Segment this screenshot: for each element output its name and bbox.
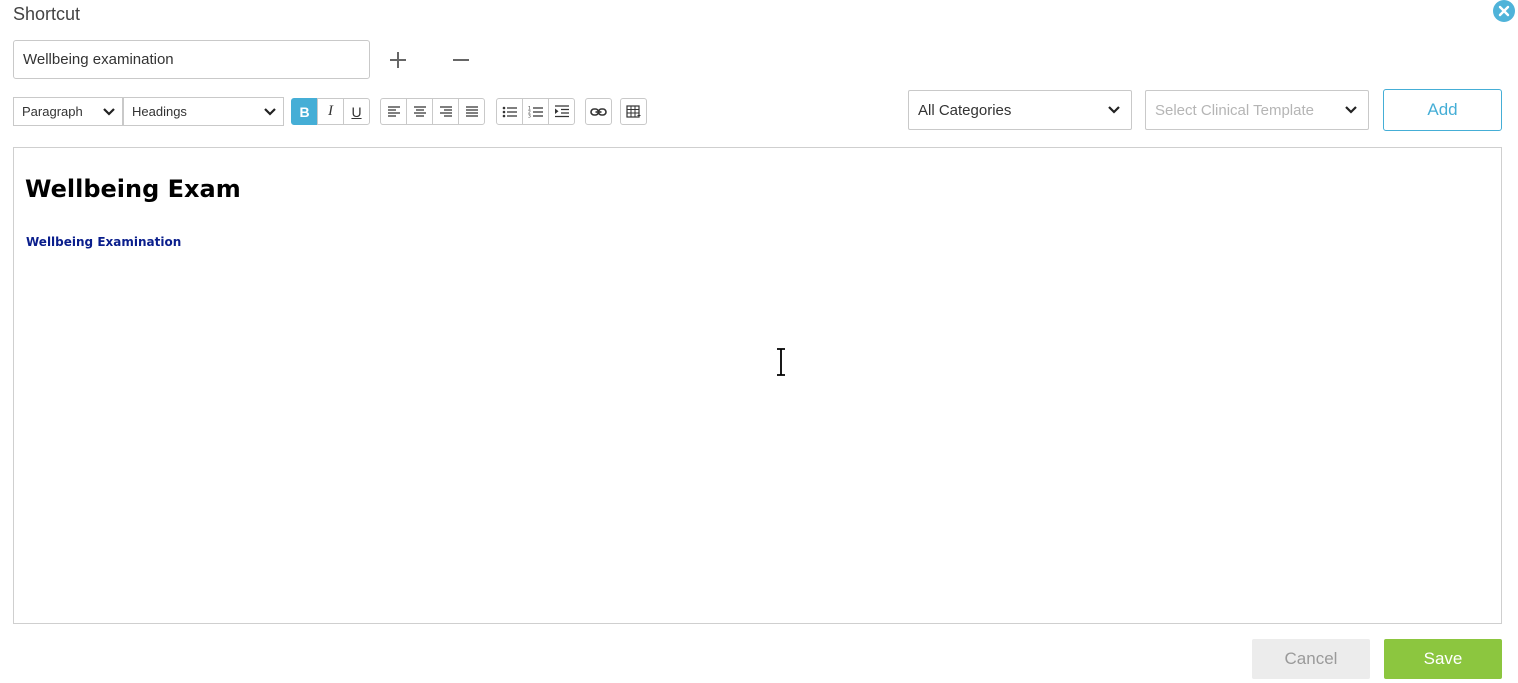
remove-shortcut-button[interactable] [448, 47, 474, 73]
chevron-down-icon [1108, 106, 1120, 114]
underline-label: U [351, 103, 362, 120]
align-justify-button[interactable] [458, 98, 485, 125]
insert-table-button[interactable] [620, 98, 647, 125]
alignment-group [380, 98, 485, 125]
align-left-button[interactable] [380, 98, 407, 125]
table-icon [626, 104, 641, 118]
close-button[interactable] [1493, 0, 1515, 22]
link-icon [590, 107, 607, 116]
paragraph-select-value: Paragraph [22, 104, 83, 119]
italic-label: I [328, 103, 333, 119]
align-justify-icon [465, 105, 478, 117]
italic-button[interactable]: I [317, 98, 344, 125]
svg-text:3: 3 [528, 114, 531, 119]
category-select[interactable]: All Categories [908, 90, 1132, 130]
align-center-icon [413, 105, 426, 117]
clinical-template-select[interactable]: Select Clinical Template [1145, 90, 1369, 130]
save-button[interactable]: Save [1384, 639, 1502, 679]
align-left-icon [387, 105, 400, 117]
editor-heading: Wellbeing Exam [25, 175, 241, 203]
close-icon [1498, 5, 1510, 17]
clinical-template-placeholder: Select Clinical Template [1155, 101, 1314, 119]
headings-select[interactable]: Headings [123, 97, 284, 126]
add-shortcut-button[interactable] [385, 47, 411, 73]
add-template-button[interactable]: Add [1383, 89, 1502, 131]
align-right-button[interactable] [432, 98, 459, 125]
table-group [620, 98, 647, 125]
chevron-down-icon [1345, 106, 1357, 114]
text-cursor-icon [777, 348, 785, 376]
numbered-list-button[interactable]: 123 [522, 98, 549, 125]
plus-icon [390, 52, 406, 68]
shortcut-name-input[interactable] [13, 40, 370, 79]
minus-icon [453, 59, 469, 61]
align-right-icon [439, 105, 452, 117]
indent-button[interactable] [548, 98, 575, 125]
link-group [585, 98, 612, 125]
list-group: 123 [496, 98, 575, 125]
indent-icon [554, 105, 569, 118]
bold-label: B [299, 103, 310, 120]
insert-link-button[interactable] [585, 98, 612, 125]
headings-select-value: Headings [132, 104, 187, 119]
numbered-list-icon: 123 [528, 106, 543, 119]
paragraph-select[interactable]: Paragraph [13, 97, 123, 126]
category-select-value: All Categories [918, 101, 1012, 119]
bold-button[interactable]: B [291, 98, 318, 125]
cancel-button[interactable]: Cancel [1252, 639, 1370, 679]
align-center-button[interactable] [406, 98, 433, 125]
dialog-title: Shortcut [13, 4, 81, 24]
chevron-down-icon [264, 107, 276, 116]
bullet-list-icon [502, 106, 517, 117]
underline-button[interactable]: U [343, 98, 370, 125]
chevron-down-icon [103, 107, 115, 116]
editor-subheading: Wellbeing Examination [26, 235, 182, 249]
rich-text-editor[interactable]: Wellbeing Exam Wellbeing Examination [13, 147, 1502, 624]
text-style-group: B I U [291, 98, 370, 125]
bullet-list-button[interactable] [496, 98, 523, 125]
